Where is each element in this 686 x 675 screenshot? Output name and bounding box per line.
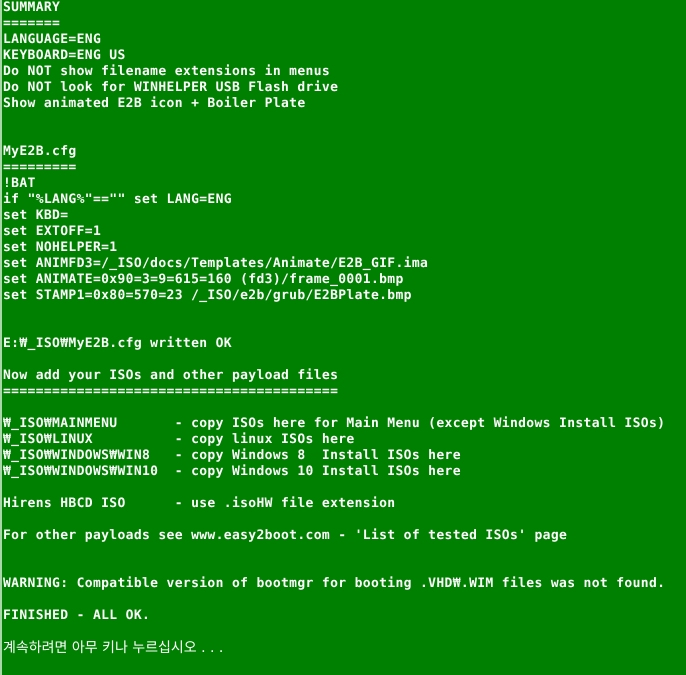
language-setting: LANGUAGE=ENG	[3, 32, 102, 47]
folder-win8: ₩_ISO₩WINDOWS₩WIN8 - copy Windows 8 Inst…	[3, 448, 461, 463]
blank-6	[3, 400, 686, 416]
cfg-set-nohelper: set NOHELPER=1	[3, 240, 118, 255]
blank-9	[3, 544, 686, 560]
cfg-heading: MyE2B.cfg	[3, 144, 77, 159]
cfg-set-animate: set ANIMATE=0x90=3=9=615=160 (fd3)/frame…	[3, 272, 404, 287]
cfg-underline: =========	[3, 160, 77, 175]
hirens-note: Hirens HBCD ISO - use .isoHW file extens…	[3, 496, 396, 511]
cfg-set-animfd3: set ANIMFD3=/_ISO/docs/Templates/Animate…	[3, 256, 429, 271]
add-isos-underline: ========================================…	[3, 384, 339, 399]
blank-3	[3, 304, 686, 320]
blank-10	[3, 560, 686, 576]
folder-win10: ₩_ISO₩WINDOWS₩WIN10 - copy Windows 10 In…	[3, 464, 461, 479]
cfg-set-kbd: set KBD=	[3, 208, 69, 223]
cfg-set-extoff: set EXTOFF=1	[3, 224, 102, 239]
cfg-if-lang: if "%LANG%"=="" set LANG=ENG	[3, 192, 232, 207]
summary-underline: =======	[3, 16, 61, 31]
summary-heading: SUMMARY	[3, 0, 61, 15]
console-text-buffer: SUMMARY ======= LANGUAGE=ENG KEYBOARD=ENG U…	[3, 0, 686, 656]
folder-mainmenu: ₩_ISO₩MAINMENU - copy ISOs here for Main…	[3, 416, 666, 431]
animation-setting: Show animated E2B icon + Boiler Plate	[3, 96, 306, 111]
add-isos-heading: Now add your ISOs and other payload file…	[3, 368, 339, 383]
folder-linux: ₩_ISO₩LINUX - copy linux ISOs here	[3, 432, 355, 447]
press-any-key-prompt: 계속하려면 아무 키나 누르십시오 . . .	[3, 640, 224, 656]
keyboard-setting: KEYBOARD=ENG US	[3, 48, 126, 63]
winhelper-setting: Do NOT look for WINHELPER USB Flash driv…	[3, 80, 339, 95]
blank-7	[3, 480, 686, 496]
finished-status: FINISHED - ALL OK.	[3, 608, 151, 623]
cfg-set-stamp1: set STAMP1=0x80=570=23 /_ISO/e2b/grub/E2…	[3, 288, 412, 303]
cfg-bat: !BAT	[3, 176, 36, 191]
console-window[interactable]: SUMMARY ======= LANGUAGE=ENG KEYBOARD=ENG U…	[0, 0, 686, 675]
window-left-edge	[0, 0, 2, 675]
blank-11	[3, 592, 686, 608]
bootmgr-warning: WARNING: Compatible version of bootmgr f…	[3, 576, 666, 591]
blank-12	[3, 624, 686, 640]
blank-2	[3, 128, 686, 144]
ext-setting: Do NOT show filename extensions in menus	[3, 64, 331, 79]
blank-4	[3, 320, 686, 336]
blank-8	[3, 512, 686, 528]
cfg-written-status: E:₩_ISO₩MyE2B.cfg written OK	[3, 336, 232, 351]
other-payloads-note: For other payloads see www.easy2boot.com…	[3, 528, 568, 543]
blank-1	[3, 112, 686, 128]
blank-5	[3, 352, 686, 368]
